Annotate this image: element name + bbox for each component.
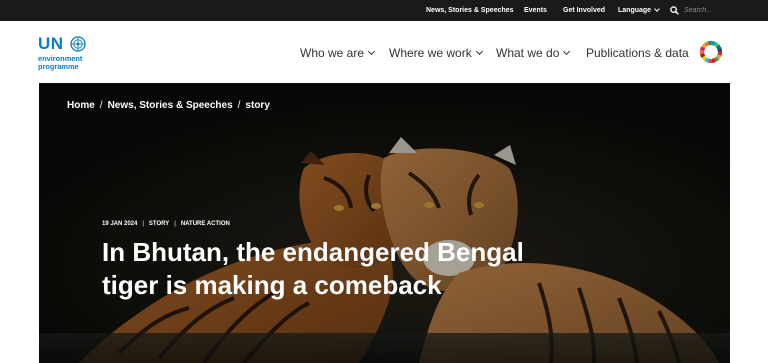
nav-label: Where we work (389, 46, 472, 60)
topbar-link-get-involved[interactable]: Get Involved (563, 0, 605, 21)
chevron-down-icon (475, 47, 483, 56)
breadcrumb-separator: / (99, 99, 103, 111)
language-label: Language (618, 7, 652, 14)
search-icon[interactable] (670, 6, 679, 15)
breadcrumb-separator: / (237, 99, 241, 111)
logo-subtitle: environment programme (38, 55, 82, 71)
language-selector[interactable]: Language (618, 0, 660, 21)
sdg-wheel-icon[interactable] (699, 40, 723, 64)
nav-publications-data[interactable]: Publications & data (586, 46, 689, 60)
breadcrumb: Home / News, Stories & Speeches / story (67, 99, 270, 111)
article-meta: 19 JAN 2024 | STORY | NATURE ACTION (102, 219, 230, 229)
breadcrumb-home[interactable]: Home (67, 100, 95, 111)
nav-label: Publications & data (586, 46, 689, 60)
nav-where-we-work[interactable]: Where we work (389, 46, 483, 60)
unep-logo[interactable]: UN environment programme (38, 35, 94, 75)
main-header: UN environment programme Who we are Wher… (0, 21, 768, 83)
search-input[interactable] (684, 4, 728, 17)
chevron-down-icon (654, 6, 660, 12)
article-topic[interactable]: NATURE ACTION (181, 221, 230, 227)
headline-line-2: tiger is making a comeback (102, 270, 442, 300)
headline-line-1: In Bhutan, the endangered Bengal (102, 237, 524, 267)
topbar-link-news[interactable]: News, Stories & Speeches (426, 0, 514, 21)
article-headline: In Bhutan, the endangered Bengal tiger i… (102, 236, 562, 302)
breadcrumb-news[interactable]: News, Stories & Speeches (108, 100, 233, 111)
search-box (670, 3, 730, 18)
meta-separator: | (142, 221, 144, 227)
chevron-down-icon (563, 47, 571, 56)
meta-separator: | (174, 221, 176, 227)
hero-banner: Home / News, Stories & Speeches / story … (39, 83, 730, 363)
topbar-link-events[interactable]: Events (524, 0, 547, 21)
logo-un-text: UN (38, 34, 64, 53)
nav-what-we-do[interactable]: What we do (496, 46, 571, 60)
nav-who-we-are[interactable]: Who we are (300, 46, 376, 60)
un-emblem-icon (70, 36, 86, 52)
chevron-down-icon (367, 47, 376, 56)
nav-label: What we do (496, 46, 560, 60)
article-type[interactable]: STORY (149, 221, 169, 227)
nav-label: Who we are (300, 46, 365, 60)
top-utility-bar: News, Stories & Speeches Events Get Invo… (0, 0, 768, 21)
article-date: 19 JAN 2024 (102, 221, 138, 227)
logo-line-programme: programme (38, 62, 79, 71)
breadcrumb-current: story (245, 99, 270, 111)
